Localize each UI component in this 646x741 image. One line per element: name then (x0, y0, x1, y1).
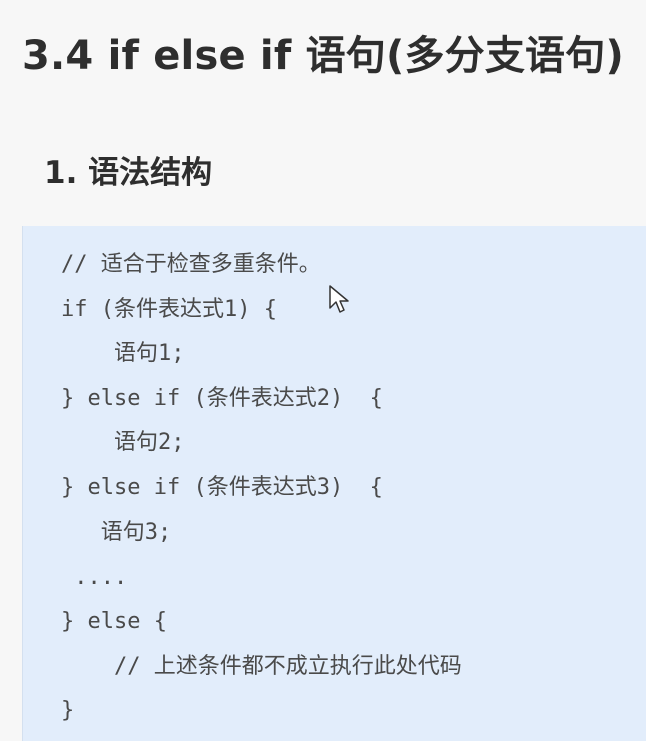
page-title: 3.4 if else if 语句(多分支语句) (22, 33, 624, 79)
section-title: 1. 语法结构 (44, 155, 213, 191)
code-line-11: } (61, 698, 75, 723)
code-line-5: 语句2; (61, 430, 185, 455)
code-line-8: .... (61, 565, 128, 590)
code-line-7: 语句3; (61, 520, 172, 545)
code-line-10: // 上述条件都不成立执行此处代码 (61, 654, 462, 679)
code-line-2: if (条件表达式1) { (61, 297, 277, 322)
code-line-3: 语句1; (61, 341, 185, 366)
code-line-9: } else { (61, 609, 167, 634)
code-line-6: } else if (条件表达式3) { (61, 475, 383, 500)
code-line-4: } else if (条件表达式2) { (61, 386, 383, 411)
mouse-pointer-icon (329, 285, 349, 313)
slide-page: 3.4 if else if 语句(多分支语句) 1. 语法结构 // 适合于检… (0, 0, 646, 741)
code-line-1: // 适合于检查多重条件。 (61, 252, 321, 277)
